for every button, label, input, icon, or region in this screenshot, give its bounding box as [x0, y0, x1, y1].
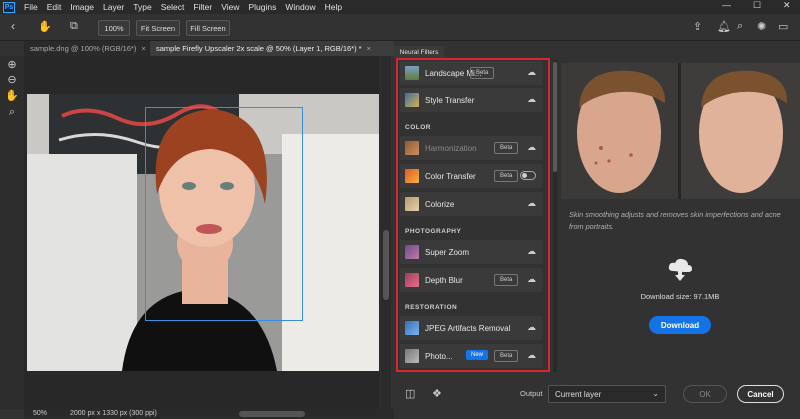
tab-label: sample Firefly Upscaler 2x scale @ 50% (… — [156, 44, 362, 53]
scroll-windows-icon[interactable]: ⧉ — [70, 20, 78, 33]
menu-plugins[interactable]: Plugins — [248, 2, 276, 12]
fit-screen-button[interactable]: Fit Screen — [136, 20, 180, 36]
back-icon[interactable]: ‹ — [11, 19, 15, 33]
tab-sample-dng[interactable]: sample.dng @ 100% (RGB/16*) × — [24, 41, 149, 56]
tools-panel: ⊕ ⊖ ✋ ⌕ — [0, 56, 24, 409]
menu-file[interactable]: File — [24, 2, 38, 12]
hand-tool-icon[interactable]: ✋ — [0, 89, 24, 102]
horizontal-scroll-thumb[interactable] — [239, 411, 305, 417]
menu-window[interactable]: Window — [285, 2, 315, 12]
zoom-level[interactable]: 50% — [33, 410, 47, 417]
photoshop-logo: Ps — [3, 1, 15, 13]
close-tab-icon[interactable]: × — [141, 44, 145, 53]
before-after-preview — [561, 63, 800, 199]
zoom-in-icon[interactable]: ⊕ — [0, 58, 24, 71]
menu-select[interactable]: Select — [161, 2, 185, 12]
ok-button[interactable]: OK — [683, 385, 727, 403]
hand-tool-icon[interactable]: ✋ — [38, 20, 52, 33]
layers-icon[interactable]: ❖ — [432, 387, 442, 400]
maximize-icon[interactable]: ☐ — [753, 0, 761, 11]
download-size: Download size: 97.1MB — [640, 292, 720, 301]
close-window-icon[interactable]: ✕ — [783, 0, 791, 11]
menu-view[interactable]: View — [221, 2, 239, 12]
filter-list-scroll-thumb[interactable] — [553, 62, 557, 172]
options-bar: ‹ ✋ ⧉ 100% Fit Screen Fill Screen ⇪ 🔔︎ ⌕… — [0, 14, 800, 41]
menu-bar: Ps File Edit Image Layer Type Select Fil… — [0, 0, 800, 14]
zoom-100-button[interactable]: 100% — [98, 20, 130, 36]
cancel-button[interactable]: Cancel — [737, 385, 784, 403]
tab-label: sample.dng @ 100% (RGB/16*) — [30, 44, 137, 53]
menu-type[interactable]: Type — [133, 2, 151, 12]
document-dimensions: 2000 px x 1330 px (300 ppi) — [70, 410, 157, 417]
filter-description: Skin smoothing adjusts and removes skin … — [569, 210, 781, 231]
menu-image[interactable]: Image — [70, 2, 94, 12]
fill-screen-button[interactable]: Fill Screen — [186, 20, 230, 36]
zoom-tool-icon[interactable]: ⌕ — [0, 106, 24, 119]
neural-filters-tab[interactable]: Neural Filters — [394, 46, 444, 58]
workspace-icon[interactable]: ▭ — [778, 20, 788, 33]
tab-firefly-upscaler[interactable]: sample Firefly Upscaler 2x scale @ 50% (… — [150, 41, 394, 56]
output-value: Current layer — [555, 389, 602, 399]
compare-icon[interactable]: ◫ — [405, 387, 415, 400]
output-select[interactable]: Current layer ⌄ — [548, 385, 666, 403]
zoom-out-icon[interactable]: ⊖ — [0, 73, 24, 86]
status-bar: 50% 2000 px x 1330 px (300 ppi) — [24, 409, 394, 419]
share-icon[interactable]: ⇪ — [693, 20, 702, 33]
skin-smoothing-preview — [561, 63, 800, 199]
highlight-box — [396, 58, 550, 372]
lightbulb-icon[interactable]: ✺ — [757, 20, 766, 33]
menu-layer[interactable]: Layer — [103, 2, 124, 12]
output-label: Output — [520, 389, 543, 398]
minimize-icon[interactable]: — — [722, 0, 731, 10]
download-button[interactable]: Download — [649, 316, 711, 334]
canvas-scroll-thumb[interactable] — [383, 230, 389, 300]
search-icon[interactable]: ⌕ — [737, 20, 743, 33]
menu-filter[interactable]: Filter — [193, 2, 212, 12]
face-detection-box[interactable] — [145, 107, 303, 321]
menu-edit[interactable]: Edit — [47, 2, 62, 12]
bell-icon[interactable]: 🔔︎ — [717, 20, 731, 33]
cloud-download-large-icon — [666, 255, 694, 283]
menu-help[interactable]: Help — [325, 2, 342, 12]
close-tab-icon[interactable]: × — [367, 44, 371, 53]
chevron-down-icon: ⌄ — [652, 389, 659, 398]
